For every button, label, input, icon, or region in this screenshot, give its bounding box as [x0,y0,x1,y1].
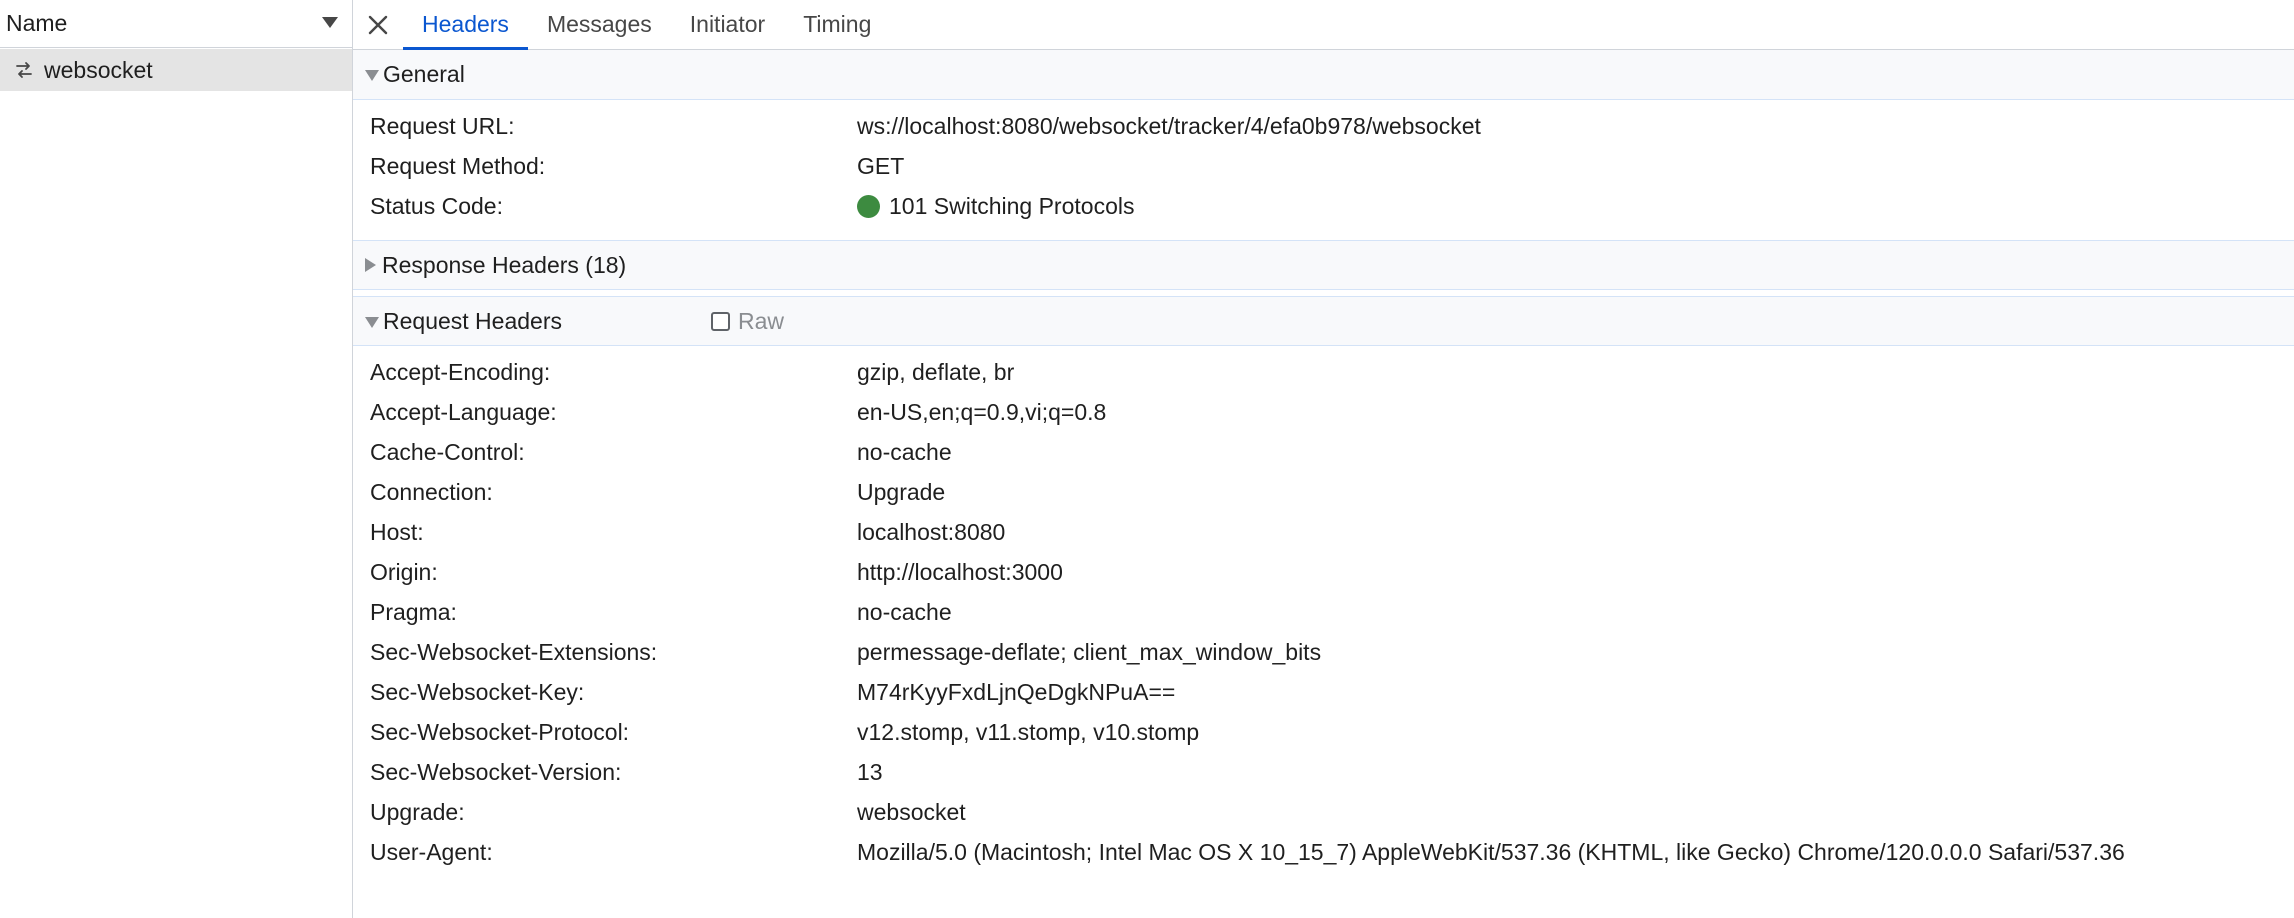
request-name: websocket [44,56,153,83]
details-tabbar: Headers Messages Initiator Timing [353,0,2294,50]
header-value: websocket [857,798,966,825]
devtools-network-panel: Name websocket Headers Messages Initiato… [0,0,2294,918]
header-key: Accept-Encoding: [370,358,551,385]
expand-triangle-icon [365,70,379,81]
header-value: v12.stomp, v11.stomp, v10.stomp [857,718,1200,745]
header-key: Origin: [370,558,438,585]
header-value: no-cache [857,438,952,465]
header-key: Request Method: [370,152,546,179]
tab-timing[interactable]: Timing [784,0,890,49]
general-row: Status Code: 101 Switching Protocols [353,186,2294,226]
header-value: M74rKyyFxdLjnQeDgkNPuA== [857,678,1176,705]
request-headers-title: Request Headers [383,307,562,334]
request-header-row: Accept-Encoding: gzip, deflate, br [353,352,2294,392]
header-value: 13 [857,758,883,785]
header-value: en-US,en;q=0.9,vi;q=0.8 [857,398,1107,425]
expand-triangle-icon [365,316,379,328]
tab-initiator-label: Initiator [689,11,766,37]
header-value: http://localhost:3000 [857,558,1063,585]
header-value: Upgrade [857,478,946,505]
websocket-icon [16,62,32,78]
request-header-row: Sec-Websocket-Protocol: v12.stomp, v11.st… [353,712,2294,752]
sort-dropdown-icon[interactable] [322,17,338,28]
tab-timing-label: Timing [803,11,872,37]
collapsed-triangle-icon [365,258,376,272]
request-header-row: Sec-Websocket-Key: M74rKyyFxdLjnQeDgkNPuA… [353,672,2294,712]
general-row: Request Method: GET [353,146,2294,186]
request-details-panel: Headers Messages Initiator Timing Genera… [353,0,2294,918]
raw-toggle[interactable]: Raw [711,297,784,345]
status-ok-icon [857,194,880,218]
header-key: Sec-Websocket-Extensions: [370,638,658,665]
tab-headers[interactable]: Headers [403,0,528,50]
request-header-row: Sec-Websocket-Extensions: permessage-defl… [353,632,2294,672]
header-key: User-Agent: [370,838,493,865]
request-headers-body: Accept-Encoding: gzip, deflate, br Accept-… [353,346,2294,886]
close-icon [368,15,388,34]
tab-messages[interactable]: Messages [528,0,671,49]
request-header-row: Accept-Language: en-US,en;q=0.9,vi;q=0.8 [353,392,2294,432]
header-key: Sec-Websocket-Version: [370,758,622,785]
name-column-label: Name [6,10,68,36]
header-key: Status Code: [370,192,503,219]
header-value: ws://localhost:8080/websocket/tracker/4/… [857,112,1481,139]
header-value: localhost:8080 [857,518,1006,545]
request-list-panel: Name websocket [0,0,353,918]
request-header-row: Pragma: no-cache [353,592,2294,632]
header-key: Host: [370,518,424,545]
name-column-header[interactable]: Name [0,0,352,48]
request-header-row: Connection: Upgrade [353,472,2294,512]
header-key: Sec-Websocket-Protocol: [370,718,630,745]
header-key: Accept-Language: [370,398,557,425]
request-row-websocket[interactable]: websocket [0,49,352,91]
request-header-row: Origin: http://localhost:3000 [353,552,2294,592]
general-section-header[interactable]: General [353,50,2294,100]
request-headers-section-header[interactable]: Request Headers Raw [353,296,2294,346]
raw-checkbox[interactable] [711,311,730,331]
header-value: permessage-deflate; client_max_window_bi… [857,638,1322,665]
response-headers-section-header[interactable]: Response Headers (18) [353,240,2294,290]
request-header-row: Sec-Websocket-Version: 13 [353,752,2294,792]
header-key: Connection: [370,478,493,505]
tab-headers-label: Headers [422,11,509,37]
request-header-row: Cache-Control: no-cache [353,432,2294,472]
request-header-row: User-Agent: Mozilla/5.0 (Macintosh; Intel… [353,832,2294,872]
general-section-title: General [383,61,465,87]
status-code-value: 101 Switching Protocols [857,193,1134,220]
close-details-button[interactable] [353,0,403,49]
general-row: Request URL: ws://localhost:8080/websock… [353,106,2294,146]
header-value: GET [857,152,905,179]
header-value: gzip, deflate, br [857,358,1015,385]
header-value: no-cache [857,598,952,625]
tab-initiator[interactable]: Initiator [671,0,784,49]
header-key: Cache-Control: [370,438,525,465]
header-value: Mozilla/5.0 (Macintosh; Intel Mac OS X 1… [857,838,2125,865]
header-key: Sec-Websocket-Key: [370,678,585,705]
request-header-row: Host: localhost:8080 [353,512,2294,552]
header-key: Request URL: [370,112,515,139]
request-header-row: Upgrade: websocket [353,792,2294,832]
response-headers-title: Response Headers (18) [382,251,627,278]
raw-label: Raw [738,307,785,334]
header-key: Pragma: [370,598,457,625]
general-section-body: Request URL: ws://localhost:8080/websock… [353,100,2294,240]
header-key: Upgrade: [370,798,465,825]
status-code-text: 101 Switching Protocols [889,192,1135,219]
tab-messages-label: Messages [546,11,652,37]
